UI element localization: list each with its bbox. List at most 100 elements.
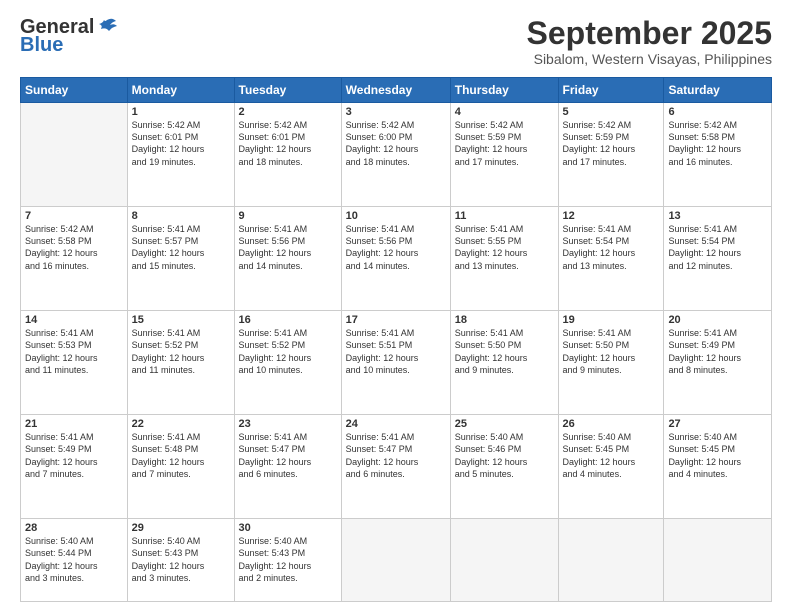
- day-number: 30: [239, 522, 337, 534]
- day-info: Sunrise: 5:41 AM Sunset: 5:51 PM Dayligh…: [346, 327, 446, 376]
- calendar-cell: 26 Sunrise: 5:40 AM Sunset: 5:45 PM Dayl…: [558, 415, 664, 519]
- calendar-cell: [341, 519, 450, 602]
- day-info: Sunrise: 5:42 AM Sunset: 6:01 PM Dayligh…: [132, 119, 230, 168]
- calendar-week-row: 7 Sunrise: 5:42 AM Sunset: 5:58 PM Dayli…: [21, 207, 772, 311]
- day-number: 29: [132, 522, 230, 534]
- day-number: 13: [668, 210, 767, 222]
- calendar-cell: 1 Sunrise: 5:42 AM Sunset: 6:01 PM Dayli…: [127, 103, 234, 207]
- day-info: Sunrise: 5:41 AM Sunset: 5:50 PM Dayligh…: [563, 327, 660, 376]
- day-number: 28: [25, 522, 123, 534]
- bird-icon: [96, 16, 118, 38]
- day-number: 4: [455, 106, 554, 118]
- calendar-cell: 29 Sunrise: 5:40 AM Sunset: 5:43 PM Dayl…: [127, 519, 234, 602]
- day-number: 21: [25, 418, 123, 430]
- day-number: 8: [132, 210, 230, 222]
- calendar-subtitle: Sibalom, Western Visayas, Philippines: [527, 51, 772, 67]
- day-info: Sunrise: 5:41 AM Sunset: 5:56 PM Dayligh…: [239, 223, 337, 272]
- calendar-cell: 8 Sunrise: 5:41 AM Sunset: 5:57 PM Dayli…: [127, 207, 234, 311]
- calendar-cell: 22 Sunrise: 5:41 AM Sunset: 5:48 PM Dayl…: [127, 415, 234, 519]
- day-number: 15: [132, 314, 230, 326]
- day-number: 26: [563, 418, 660, 430]
- day-number: 10: [346, 210, 446, 222]
- day-number: 6: [668, 106, 767, 118]
- calendar-cell: 6 Sunrise: 5:42 AM Sunset: 5:58 PM Dayli…: [664, 103, 772, 207]
- calendar-cell: 16 Sunrise: 5:41 AM Sunset: 5:52 PM Dayl…: [234, 311, 341, 415]
- calendar-cell: 19 Sunrise: 5:41 AM Sunset: 5:50 PM Dayl…: [558, 311, 664, 415]
- day-info: Sunrise: 5:41 AM Sunset: 5:52 PM Dayligh…: [239, 327, 337, 376]
- weekday-header-thursday: Thursday: [450, 78, 558, 103]
- day-number: 9: [239, 210, 337, 222]
- calendar-cell: 11 Sunrise: 5:41 AM Sunset: 5:55 PM Dayl…: [450, 207, 558, 311]
- calendar-title: September 2025: [527, 16, 772, 51]
- day-number: 24: [346, 418, 446, 430]
- day-number: 18: [455, 314, 554, 326]
- weekday-header-tuesday: Tuesday: [234, 78, 341, 103]
- calendar-week-row: 21 Sunrise: 5:41 AM Sunset: 5:49 PM Dayl…: [21, 415, 772, 519]
- calendar-cell: 18 Sunrise: 5:41 AM Sunset: 5:50 PM Dayl…: [450, 311, 558, 415]
- calendar-cell: 7 Sunrise: 5:42 AM Sunset: 5:58 PM Dayli…: [21, 207, 128, 311]
- calendar-cell: 23 Sunrise: 5:41 AM Sunset: 5:47 PM Dayl…: [234, 415, 341, 519]
- day-number: 2: [239, 106, 337, 118]
- day-info: Sunrise: 5:42 AM Sunset: 5:59 PM Dayligh…: [563, 119, 660, 168]
- calendar-cell: 30 Sunrise: 5:40 AM Sunset: 5:43 PM Dayl…: [234, 519, 341, 602]
- calendar-cell: 15 Sunrise: 5:41 AM Sunset: 5:52 PM Dayl…: [127, 311, 234, 415]
- calendar-cell: 5 Sunrise: 5:42 AM Sunset: 5:59 PM Dayli…: [558, 103, 664, 207]
- calendar-cell: 20 Sunrise: 5:41 AM Sunset: 5:49 PM Dayl…: [664, 311, 772, 415]
- calendar-cell: 3 Sunrise: 5:42 AM Sunset: 6:00 PM Dayli…: [341, 103, 450, 207]
- day-info: Sunrise: 5:40 AM Sunset: 5:45 PM Dayligh…: [668, 431, 767, 480]
- day-info: Sunrise: 5:41 AM Sunset: 5:54 PM Dayligh…: [563, 223, 660, 272]
- calendar-cell: 9 Sunrise: 5:41 AM Sunset: 5:56 PM Dayli…: [234, 207, 341, 311]
- day-info: Sunrise: 5:40 AM Sunset: 5:45 PM Dayligh…: [563, 431, 660, 480]
- weekday-header-wednesday: Wednesday: [341, 78, 450, 103]
- day-number: 25: [455, 418, 554, 430]
- day-info: Sunrise: 5:42 AM Sunset: 5:59 PM Dayligh…: [455, 119, 554, 168]
- day-info: Sunrise: 5:40 AM Sunset: 5:44 PM Dayligh…: [25, 535, 123, 584]
- calendar-cell: 24 Sunrise: 5:41 AM Sunset: 5:47 PM Dayl…: [341, 415, 450, 519]
- calendar-cell: 21 Sunrise: 5:41 AM Sunset: 5:49 PM Dayl…: [21, 415, 128, 519]
- logo: General Blue: [20, 16, 118, 57]
- day-number: 1: [132, 106, 230, 118]
- day-info: Sunrise: 5:40 AM Sunset: 5:43 PM Dayligh…: [132, 535, 230, 584]
- day-info: Sunrise: 5:41 AM Sunset: 5:52 PM Dayligh…: [132, 327, 230, 376]
- day-info: Sunrise: 5:42 AM Sunset: 5:58 PM Dayligh…: [25, 223, 123, 272]
- calendar-cell: [664, 519, 772, 602]
- calendar-cell: 28 Sunrise: 5:40 AM Sunset: 5:44 PM Dayl…: [21, 519, 128, 602]
- day-info: Sunrise: 5:41 AM Sunset: 5:47 PM Dayligh…: [239, 431, 337, 480]
- calendar-cell: 12 Sunrise: 5:41 AM Sunset: 5:54 PM Dayl…: [558, 207, 664, 311]
- weekday-header-saturday: Saturday: [664, 78, 772, 103]
- page: General Blue September 2025 Sibalom, Wes…: [0, 0, 792, 612]
- day-number: 19: [563, 314, 660, 326]
- day-number: 27: [668, 418, 767, 430]
- weekday-header-friday: Friday: [558, 78, 664, 103]
- day-info: Sunrise: 5:40 AM Sunset: 5:46 PM Dayligh…: [455, 431, 554, 480]
- day-number: 11: [455, 210, 554, 222]
- day-info: Sunrise: 5:41 AM Sunset: 5:53 PM Dayligh…: [25, 327, 123, 376]
- day-number: 5: [563, 106, 660, 118]
- weekday-header-sunday: Sunday: [21, 78, 128, 103]
- day-info: Sunrise: 5:41 AM Sunset: 5:56 PM Dayligh…: [346, 223, 446, 272]
- day-info: Sunrise: 5:41 AM Sunset: 5:49 PM Dayligh…: [668, 327, 767, 376]
- day-info: Sunrise: 5:42 AM Sunset: 5:58 PM Dayligh…: [668, 119, 767, 168]
- header: General Blue September 2025 Sibalom, Wes…: [20, 16, 772, 67]
- day-info: Sunrise: 5:41 AM Sunset: 5:57 PM Dayligh…: [132, 223, 230, 272]
- calendar-cell: 2 Sunrise: 5:42 AM Sunset: 6:01 PM Dayli…: [234, 103, 341, 207]
- day-number: 20: [668, 314, 767, 326]
- calendar-table: SundayMondayTuesdayWednesdayThursdayFrid…: [20, 77, 772, 602]
- day-info: Sunrise: 5:42 AM Sunset: 6:01 PM Dayligh…: [239, 119, 337, 168]
- title-block: September 2025 Sibalom, Western Visayas,…: [527, 16, 772, 67]
- calendar-cell: 17 Sunrise: 5:41 AM Sunset: 5:51 PM Dayl…: [341, 311, 450, 415]
- day-number: 3: [346, 106, 446, 118]
- day-number: 16: [239, 314, 337, 326]
- weekday-header-monday: Monday: [127, 78, 234, 103]
- calendar-cell: 14 Sunrise: 5:41 AM Sunset: 5:53 PM Dayl…: [21, 311, 128, 415]
- weekday-header-row: SundayMondayTuesdayWednesdayThursdayFrid…: [21, 78, 772, 103]
- day-info: Sunrise: 5:41 AM Sunset: 5:47 PM Dayligh…: [346, 431, 446, 480]
- day-info: Sunrise: 5:40 AM Sunset: 5:43 PM Dayligh…: [239, 535, 337, 584]
- calendar-week-row: 28 Sunrise: 5:40 AM Sunset: 5:44 PM Dayl…: [21, 519, 772, 602]
- calendar-week-row: 14 Sunrise: 5:41 AM Sunset: 5:53 PM Dayl…: [21, 311, 772, 415]
- calendar-cell: [558, 519, 664, 602]
- day-number: 17: [346, 314, 446, 326]
- day-number: 7: [25, 210, 123, 222]
- calendar-cell: 4 Sunrise: 5:42 AM Sunset: 5:59 PM Dayli…: [450, 103, 558, 207]
- day-number: 14: [25, 314, 123, 326]
